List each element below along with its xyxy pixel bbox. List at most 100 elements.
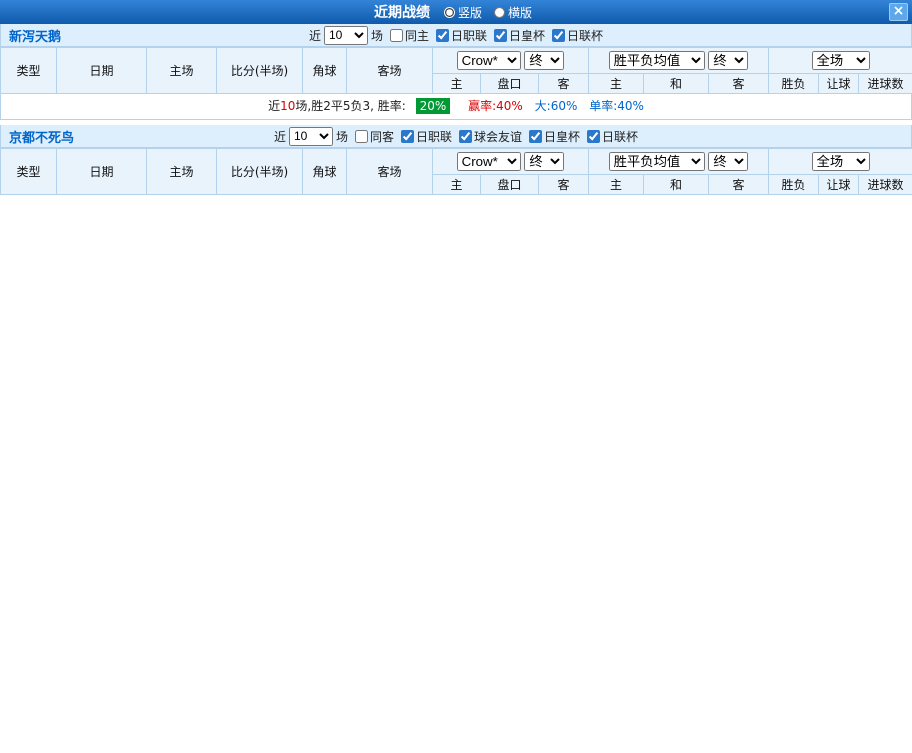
col-handicap: 盘口	[480, 73, 539, 94]
filter-checkbox-league-cup[interactable]: 日联杯	[587, 128, 638, 145]
mean-odds-header: 胜平负均值 终	[587, 47, 770, 74]
col-goals: 进球数	[858, 174, 912, 195]
handicap-rate: 赢率:40%	[468, 99, 523, 113]
col-handicap-result: 让球	[818, 174, 860, 195]
col-result: 胜负	[768, 174, 820, 195]
col-result: 胜负	[768, 73, 820, 94]
filter-checkbox-club-friendly[interactable]: 球会友谊	[459, 128, 522, 145]
matches-table: 类型 日期 主场 比分(半场) 角球 客场 Crow* 终 胜平负均值 终 全场…	[0, 148, 912, 195]
matches-label: 场	[335, 129, 348, 144]
league-filter-group: 同主 日职联 日皇杯 日联杯	[383, 27, 603, 44]
col-corner: 角球	[302, 148, 347, 195]
filter-checkbox-emperor-cup[interactable]: 日皇杯	[494, 27, 545, 44]
odds-source-select[interactable]: Crow*	[456, 51, 521, 70]
odds-source-header: Crow* 终	[432, 47, 589, 74]
col-handicap: 盘口	[480, 174, 539, 195]
col-type: 类型	[0, 148, 57, 195]
filter-checkbox-same-away[interactable]: 同客	[354, 128, 394, 145]
mean-odds-select[interactable]: 胜平负均值	[608, 51, 705, 70]
col-score: 比分(半场)	[216, 47, 303, 94]
col-mean-home: 主	[588, 73, 644, 94]
filter-checkbox-input-club-friendly[interactable]	[459, 129, 472, 143]
mean-final-select[interactable]: 终	[708, 51, 749, 70]
section-header: 京都不死鸟 近 10 场 同客 日职联 球会友谊 日皇杯 日联杯	[0, 125, 912, 148]
team-title: 京都不死鸟	[9, 130, 75, 146]
filter-checkbox-emperor-cup[interactable]: 日皇杯	[529, 128, 580, 145]
matches-label: 场	[370, 28, 383, 43]
odds-final-select[interactable]: 终	[524, 152, 565, 171]
filter-checkbox-input-league-cup[interactable]	[587, 129, 601, 143]
scope-select[interactable]: 全场	[811, 51, 870, 70]
view-option-radio-horizontal[interactable]	[494, 6, 505, 18]
filter-checkbox-input-j1-league[interactable]	[400, 129, 414, 143]
filter-bar: 近 10 场 同主 日职联 日皇杯 日联杯	[309, 25, 603, 45]
matches-table: 类型 日期 主场 比分(半场) 角球 客场 Crow* 终 胜平负均值 终 全场…	[0, 47, 912, 94]
col-mean-away: 客	[707, 73, 770, 94]
col-corner: 角球	[302, 47, 347, 94]
view-option-horizontal[interactable]: 横版	[494, 4, 532, 21]
col-home: 主场	[146, 47, 217, 94]
team-title: 新泻天鹅	[9, 29, 62, 45]
summary-count: 10	[280, 99, 296, 113]
col-away: 客场	[346, 148, 433, 195]
match-count-select[interactable]: 10	[288, 126, 333, 146]
col-away-odds: 客	[538, 73, 589, 94]
filter-checkbox-label: 日联杯	[567, 28, 604, 43]
col-away: 客场	[346, 47, 433, 94]
col-mean-draw: 和	[643, 73, 709, 94]
col-score: 比分(半场)	[216, 148, 303, 195]
mean-odds-select[interactable]: 胜平负均值	[608, 152, 705, 171]
filter-checkbox-input-emperor-cup[interactable]	[529, 129, 543, 143]
stats-summary: 近10场,胜2平5负3, 胜率: 20% 赢率:40% 大:60% 单率:40%	[0, 94, 912, 120]
view-option-label: 横版	[508, 5, 533, 20]
single-rate: 单率:40%	[589, 99, 644, 113]
summary-near: 近	[268, 99, 281, 113]
titlebar: 近期战绩 竖版 横版 ×	[0, 0, 912, 24]
scope-header: 全场	[768, 148, 912, 175]
big-rate: 大:60%	[534, 99, 578, 113]
col-home-odds: 主	[432, 174, 481, 195]
near-label: 近	[273, 129, 286, 144]
win-rate-badge: 20%	[415, 98, 451, 114]
view-mode-group: 竖版 横版	[438, 4, 538, 21]
filter-checkbox-same-home[interactable]: 同主	[389, 27, 429, 44]
window-title: 近期战绩	[373, 5, 430, 21]
scope-select[interactable]: 全场	[811, 152, 870, 171]
filter-checkbox-input-same-home[interactable]	[389, 28, 403, 42]
match-count-select[interactable]: 10	[323, 25, 368, 45]
filter-checkbox-label: 同客	[369, 129, 394, 144]
league-filter-group: 同客 日职联 球会友谊 日皇杯 日联杯	[348, 128, 638, 145]
close-button[interactable]: ×	[889, 3, 908, 21]
col-type: 类型	[0, 47, 57, 94]
filter-checkbox-label: 日职联	[451, 28, 488, 43]
filter-checkbox-input-same-away[interactable]	[354, 129, 368, 143]
filter-checkbox-input-league-cup[interactable]	[552, 28, 566, 42]
scope-header: 全场	[768, 47, 912, 74]
view-option-radio-vertical[interactable]	[443, 6, 455, 18]
col-handicap-result: 让球	[818, 73, 860, 94]
filter-checkbox-label: 日联杯	[602, 129, 639, 144]
filter-checkbox-league-cup[interactable]: 日联杯	[552, 27, 603, 44]
recent-results-window: 近期战绩 竖版 横版 × 新泻天鹅 近 10 场 同主 日职联 日皇杯 日联杯 类型	[0, 0, 912, 195]
filter-checkbox-label: 日职联	[415, 129, 452, 144]
odds-source-select[interactable]: Crow*	[456, 152, 521, 171]
filter-checkbox-j1-league[interactable]: 日职联	[436, 27, 487, 44]
col-date: 日期	[56, 148, 147, 195]
filter-checkbox-input-j1-league[interactable]	[436, 28, 449, 42]
mean-final-select[interactable]: 终	[708, 152, 749, 171]
col-away-odds: 客	[538, 174, 589, 195]
view-option-vertical[interactable]: 竖版	[443, 4, 482, 21]
col-mean-away: 客	[707, 174, 770, 195]
section-header: 新泻天鹅 近 10 场 同主 日职联 日皇杯 日联杯	[0, 24, 912, 47]
team-section-kyoto: 京都不死鸟 近 10 场 同客 日职联 球会友谊 日皇杯 日联杯 类型 日期 主场	[0, 125, 912, 195]
summary-record: 场,胜2平5负3, 胜率:	[295, 99, 406, 113]
odds-final-select[interactable]: 终	[524, 51, 565, 70]
filter-checkbox-j1-league[interactable]: 日职联	[400, 128, 452, 145]
col-home: 主场	[146, 148, 217, 195]
filter-bar: 近 10 场 同客 日职联 球会友谊 日皇杯 日联杯	[273, 126, 638, 146]
filter-checkbox-label: 日皇杯	[544, 129, 581, 144]
filter-checkbox-input-emperor-cup[interactable]	[494, 28, 508, 42]
filter-checkbox-label: 同主	[404, 28, 429, 43]
odds-source-header: Crow* 终	[432, 148, 589, 175]
filter-checkbox-label: 日皇杯	[509, 28, 546, 43]
